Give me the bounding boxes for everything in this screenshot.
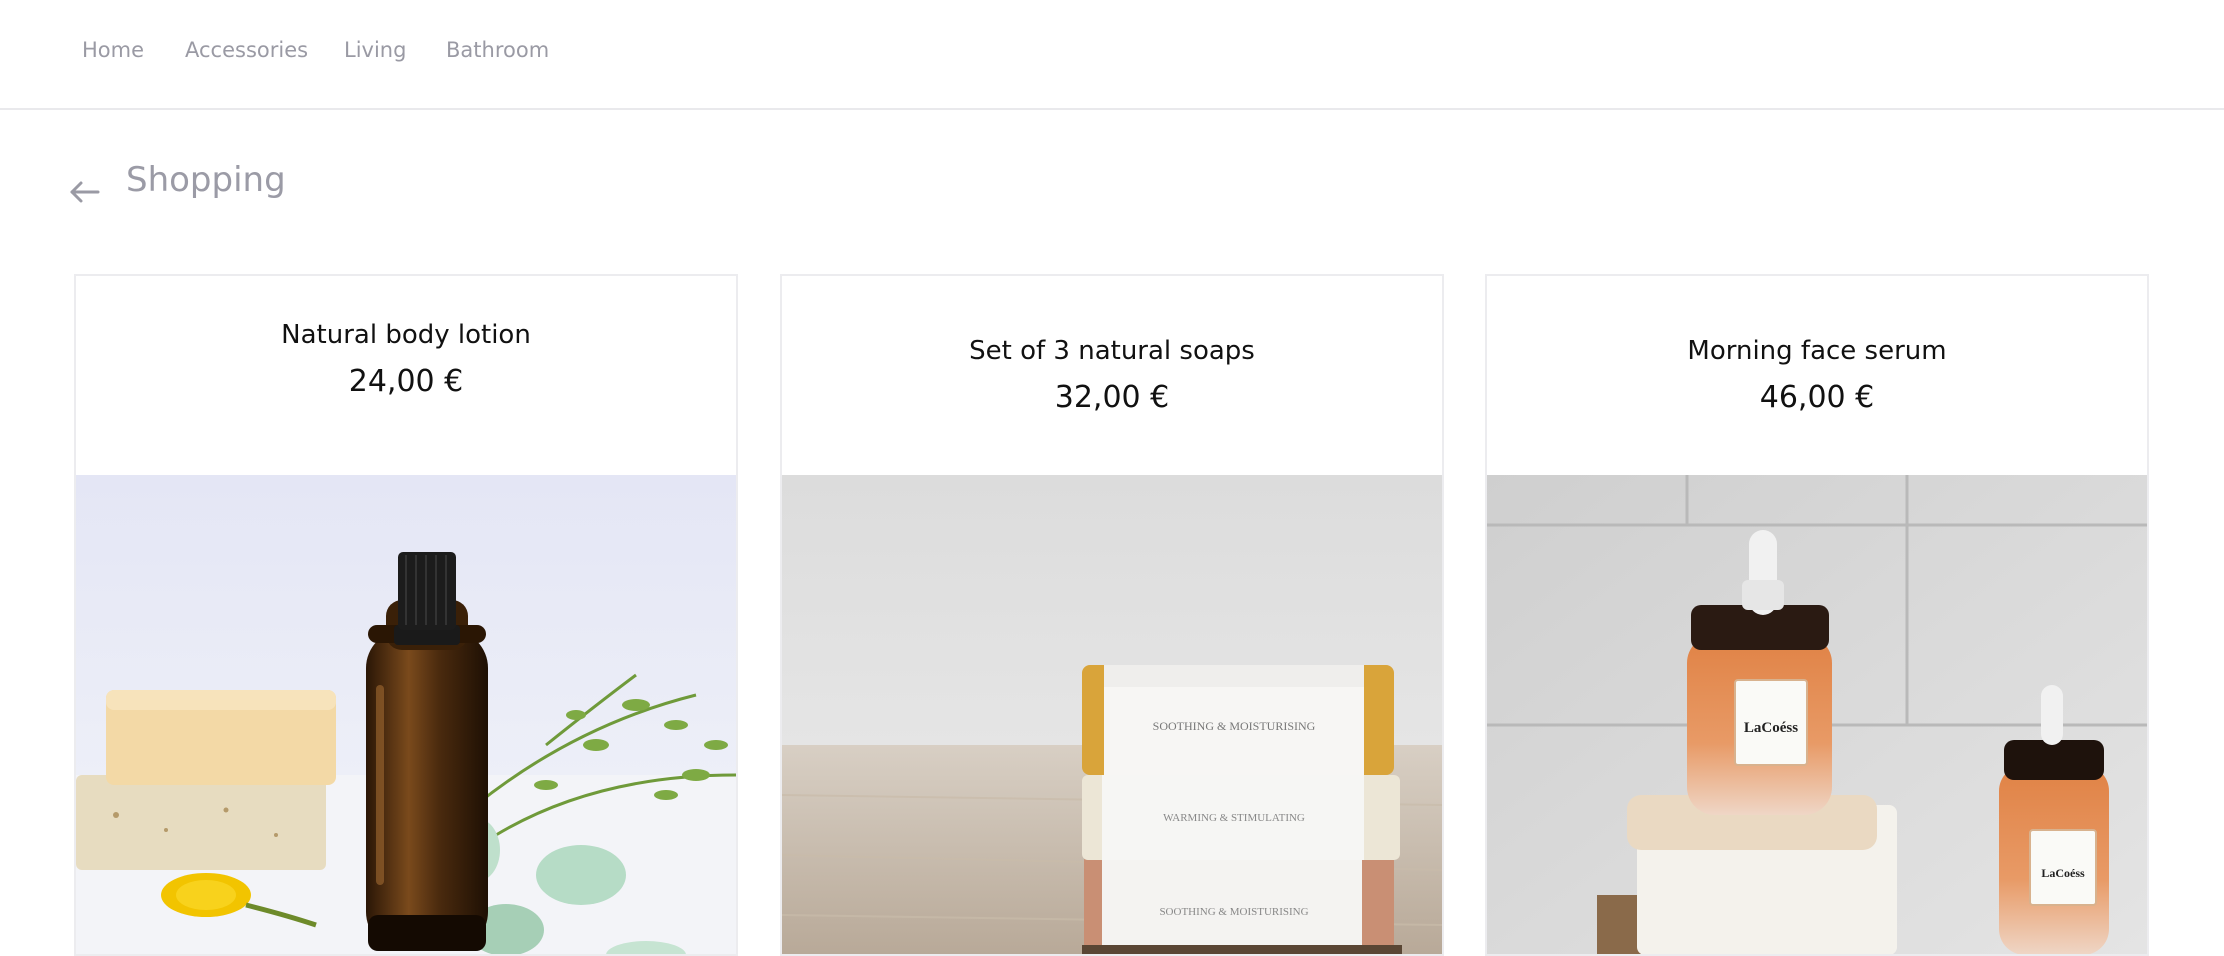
arrow-left-icon xyxy=(70,181,100,203)
nav-item-living[interactable]: Living xyxy=(344,38,406,62)
page-title: Shopping xyxy=(126,160,286,200)
product-name: Set of 3 natural soaps xyxy=(969,336,1255,366)
nav-item-bathroom[interactable]: Bathroom xyxy=(446,38,549,62)
svg-text:LaCoéss: LaCoéss xyxy=(2041,866,2085,880)
product-price: 24,00 € xyxy=(348,364,464,399)
product-image-face-serum: LaCoéss LaCoéss xyxy=(1487,475,2147,954)
back-button[interactable] xyxy=(68,174,104,210)
product-price: 32,00 € xyxy=(1054,380,1170,415)
svg-text:SOOTHING & MOISTURISING: SOOTHING & MOISTURISING xyxy=(1159,906,1308,918)
product-image-body-lotion xyxy=(76,475,736,954)
svg-text:WARMING & STIMULATING: WARMING & STIMULATING xyxy=(1163,812,1305,824)
product-card-face-serum[interactable]: Morning face serum 46,00 € LaCoéss LaCoé… xyxy=(1485,274,2149,956)
product-name: Morning face serum xyxy=(1687,336,1947,366)
svg-text:LaCoéss: LaCoéss xyxy=(1744,720,1798,736)
product-name: Natural body lotion xyxy=(281,320,531,350)
top-navigation: Home Accessories Living Bathroom xyxy=(0,0,2224,110)
product-image-natural-soaps: SOOTHING & MOISTURISING WARMING & STIMUL… xyxy=(782,475,1442,954)
product-card-natural-soaps[interactable]: Set of 3 natural soaps 32,00 € SOOTHING … xyxy=(780,274,1444,956)
nav-item-accessories[interactable]: Accessories xyxy=(185,38,308,62)
product-price: 46,00 € xyxy=(1759,380,1875,415)
nav-item-home[interactable]: Home xyxy=(82,38,144,62)
product-card-body-lotion[interactable]: Natural body lotion 24,00 € xyxy=(74,274,738,956)
svg-text:SOOTHING & MOISTURISING: SOOTHING & MOISTURISING xyxy=(1153,719,1316,733)
